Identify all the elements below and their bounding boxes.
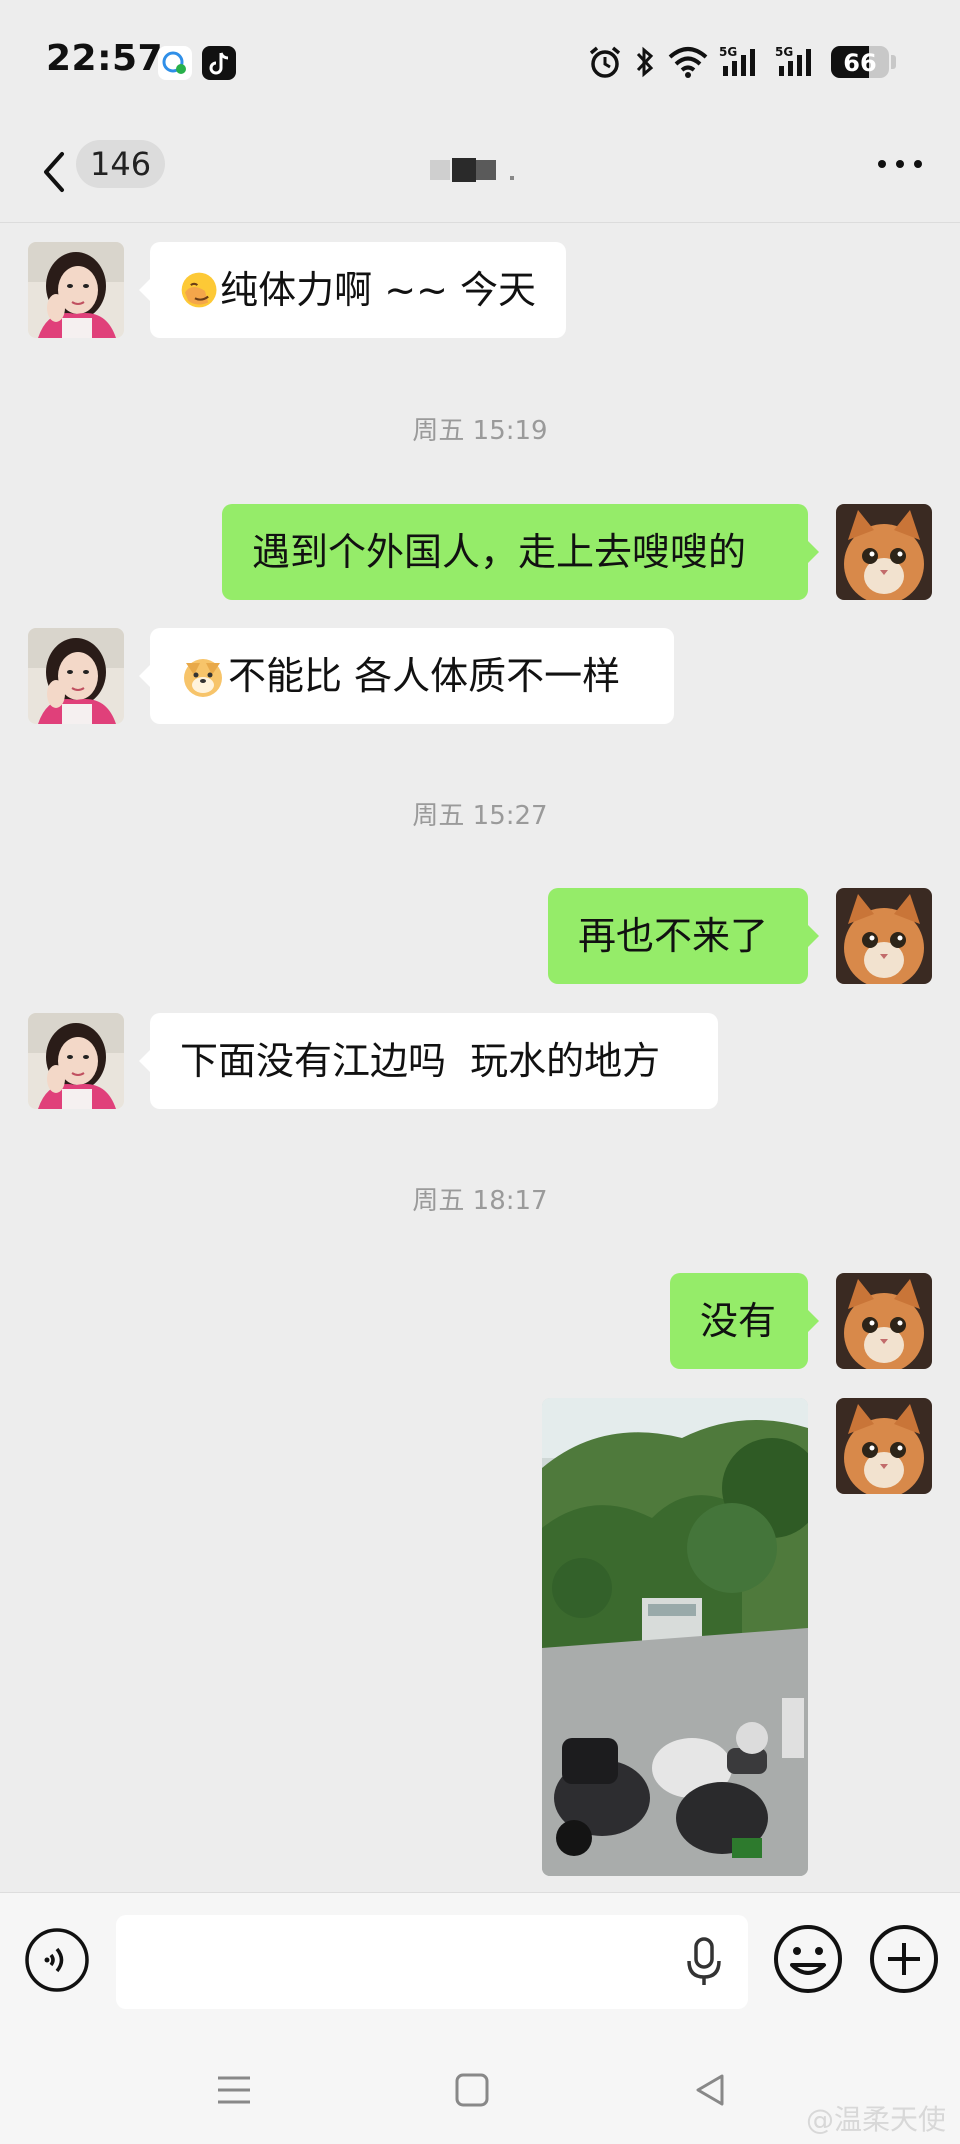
status-indicators: 5G 5G 66 bbox=[587, 40, 896, 84]
my-avatar[interactable] bbox=[836, 1273, 932, 1369]
message-text: 没有 bbox=[700, 1299, 777, 1343]
signal-5g-icon: 5G bbox=[775, 45, 811, 76]
watermark: @温柔天使 bbox=[805, 2103, 946, 2136]
facepalm-emoji-icon bbox=[181, 272, 217, 308]
contact-avatar[interactable] bbox=[28, 1013, 124, 1109]
chat-header: 146 bbox=[0, 124, 960, 223]
more-options-icon[interactable] bbox=[870, 144, 930, 184]
back-arrow-icon[interactable] bbox=[34, 142, 74, 202]
svg-text:5G: 5G bbox=[775, 45, 793, 59]
back-nav-icon[interactable] bbox=[690, 2070, 730, 2110]
recent-apps-icon[interactable] bbox=[214, 2070, 254, 2110]
microphone-icon[interactable] bbox=[684, 1935, 724, 1989]
message-bubble-outgoing[interactable]: 没有 bbox=[670, 1273, 819, 1369]
doge-emoji-icon bbox=[184, 659, 222, 697]
svg-text:5G: 5G bbox=[719, 45, 737, 59]
voice-toggle-icon[interactable] bbox=[24, 1927, 90, 1993]
contact-avatar[interactable] bbox=[28, 628, 124, 724]
unread-count-badge[interactable]: 146 bbox=[76, 140, 166, 188]
emoji-picker-icon[interactable] bbox=[772, 1923, 844, 1995]
contact-avatar[interactable] bbox=[28, 242, 124, 338]
status-bar: 22:57 5G 5G 66 bbox=[0, 0, 960, 124]
douyin-icon bbox=[202, 46, 236, 80]
message-input-bar bbox=[0, 1892, 960, 2031]
alarm-icon bbox=[589, 46, 621, 78]
chat-title-redacted bbox=[430, 158, 514, 182]
message-bubble-incoming[interactable]: 纯体力啊 ~~ 今天 bbox=[139, 242, 566, 338]
my-avatar[interactable] bbox=[836, 1398, 932, 1494]
message-text: 纯体力啊 ~~ 今天 bbox=[220, 268, 536, 312]
more-actions-plus-icon[interactable] bbox=[868, 1923, 940, 1995]
message-bubble-incoming[interactable]: 不能比 各人体质不一样 bbox=[139, 628, 674, 724]
message-text: 下面没有江边吗 玩水的地方 bbox=[180, 1039, 661, 1083]
battery-indicator: 66 bbox=[831, 46, 889, 78]
my-avatar[interactable] bbox=[836, 504, 932, 600]
timestamp: 周五 15:19 bbox=[412, 416, 548, 446]
message-text: 遇到个外国人，走上去嗖嗖的 bbox=[252, 530, 747, 574]
signal-5g-icon: 5G bbox=[719, 45, 755, 76]
message-bubble-incoming[interactable]: 下面没有江边吗 玩水的地方 bbox=[139, 1013, 718, 1109]
status-time: 22:57 bbox=[46, 38, 164, 79]
home-icon[interactable] bbox=[452, 2070, 492, 2110]
timestamp: 周五 18:17 bbox=[412, 1186, 548, 1216]
battery-level-text: 66 bbox=[843, 49, 877, 77]
photo-message[interactable] bbox=[542, 1398, 808, 1876]
message-text: 不能比 各人体质不一样 bbox=[228, 654, 621, 698]
message-bubble-outgoing[interactable]: 再也不来了 bbox=[548, 888, 819, 984]
message-bubble-outgoing[interactable]: 遇到个外国人，走上去嗖嗖的 bbox=[222, 504, 819, 600]
my-avatar[interactable] bbox=[836, 888, 932, 984]
wifi-icon bbox=[668, 47, 708, 78]
bluetooth-icon bbox=[636, 46, 654, 78]
message-text: 再也不来了 bbox=[578, 914, 769, 958]
chat-app-icon bbox=[158, 46, 192, 80]
timestamp: 周五 15:27 bbox=[412, 801, 548, 831]
message-input[interactable] bbox=[116, 1915, 748, 2009]
